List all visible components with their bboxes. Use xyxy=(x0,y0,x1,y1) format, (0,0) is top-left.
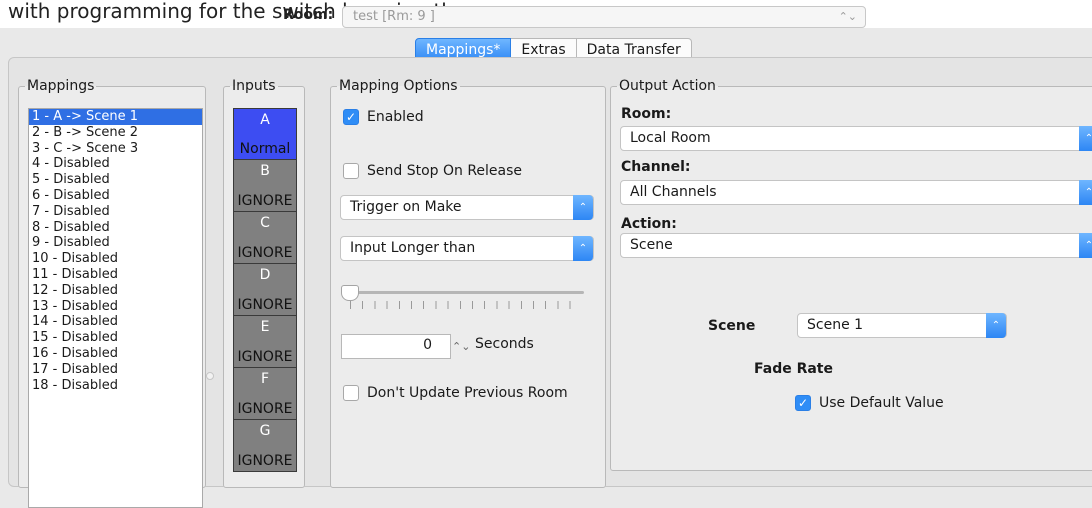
list-item[interactable]: 18 - Disabled xyxy=(29,378,202,394)
list-item[interactable]: 12 - Disabled xyxy=(29,283,202,299)
resize-grip-icon[interactable] xyxy=(206,372,214,380)
mappings-list[interactable]: 1 - A -> Scene 12 - B -> Scene 23 - C ->… xyxy=(28,108,203,508)
room-select[interactable]: test [Rm: 9 ] ⌃⌄ xyxy=(342,6,866,28)
list-item[interactable]: 15 - Disabled xyxy=(29,330,202,346)
scene-select-value: Scene 1 xyxy=(807,317,864,333)
input-mode: IGNORE xyxy=(237,193,293,209)
use-default-label: Use Default Value xyxy=(819,395,944,411)
trigger-select[interactable]: Trigger on Make ⌃ xyxy=(340,195,594,220)
room-select-value: test [Rm: 9 ] xyxy=(353,9,435,24)
updown-chevron-icon: ⌃⌄ xyxy=(838,10,857,23)
checkmark-icon: ✓ xyxy=(795,395,811,411)
mapping-options-title: Mapping Options xyxy=(339,78,458,94)
input-letter: C xyxy=(260,215,270,231)
list-item[interactable]: 4 - Disabled xyxy=(29,156,202,172)
input-mode: IGNORE xyxy=(237,349,293,365)
list-item[interactable]: 13 - Disabled xyxy=(29,299,202,315)
unchecked-box-icon xyxy=(343,385,359,401)
duration-slider[interactable] xyxy=(340,285,585,315)
list-item[interactable]: 6 - Disabled xyxy=(29,188,202,204)
input-button-c[interactable]: C IGNORE xyxy=(233,212,297,264)
seconds-input[interactable]: 0 xyxy=(341,334,451,359)
mappings-title: Mappings xyxy=(27,78,95,94)
input-mode: IGNORE xyxy=(237,245,293,261)
list-item[interactable]: 2 - B -> Scene 2 xyxy=(29,125,202,141)
output-action-select[interactable]: Scene ⌃ xyxy=(620,233,1092,258)
input-mode: IGNORE xyxy=(237,297,293,313)
input-letter: G xyxy=(259,423,271,439)
duration-mode-select[interactable]: Input Longer than ⌃ xyxy=(340,236,594,261)
list-item[interactable]: 17 - Disabled xyxy=(29,362,202,378)
input-letter: B xyxy=(260,163,270,179)
output-channel-value: All Channels xyxy=(630,184,717,200)
output-action-title: Output Action xyxy=(619,78,716,94)
seconds-stepper-icon[interactable]: ⌃⌄ xyxy=(452,334,470,359)
updown-chevron-icon: ⌃ xyxy=(1079,233,1092,258)
inputs-column: A Normal B IGNORE C IGNORE D IGNORE E IGNORE F IGNO… xyxy=(233,108,297,472)
input-mode: IGNORE xyxy=(237,453,293,469)
trigger-select-value: Trigger on Make xyxy=(350,199,462,215)
input-button-b[interactable]: B IGNORE xyxy=(233,160,297,212)
scene-select[interactable]: Scene 1 ⌃ xyxy=(797,313,1007,338)
enabled-label: Enabled xyxy=(367,109,424,125)
input-mode: IGNORE xyxy=(237,401,293,417)
scene-label: Scene xyxy=(708,318,756,334)
input-mode: Normal xyxy=(239,141,291,157)
input-letter: D xyxy=(259,267,271,283)
inputs-group: Inputs A Normal B IGNORE C IGNORE D IGNORE E IGNO… xyxy=(223,78,305,488)
send-stop-label: Send Stop On Release xyxy=(367,163,523,179)
input-letter: F xyxy=(260,371,270,387)
list-item[interactable]: 7 - Disabled xyxy=(29,204,202,220)
use-default-checkbox[interactable]: ✓ Use Default Value xyxy=(795,395,944,411)
list-item[interactable]: 10 - Disabled xyxy=(29,251,202,267)
list-item[interactable]: 9 - Disabled xyxy=(29,235,202,251)
seconds-unit-label: Seconds xyxy=(475,336,534,352)
unchecked-box-icon xyxy=(343,163,359,179)
list-item[interactable]: 5 - Disabled xyxy=(29,172,202,188)
slider-knob[interactable] xyxy=(341,285,359,301)
updown-chevron-icon: ⌃ xyxy=(1079,180,1092,205)
mapping-options-group: Mapping Options xyxy=(330,78,606,488)
output-channel-label: Channel: xyxy=(621,159,691,175)
checkmark-icon: ✓ xyxy=(343,109,359,125)
send-stop-checkbox[interactable]: Send Stop On Release xyxy=(343,163,522,179)
fade-rate-label: Fade Rate xyxy=(754,361,833,377)
slider-ticks xyxy=(350,301,582,309)
updown-chevron-icon: ⌃ xyxy=(986,313,1006,338)
duration-mode-value: Input Longer than xyxy=(350,240,476,256)
inputs-title: Inputs xyxy=(232,78,276,94)
enabled-checkbox[interactable]: ✓ Enabled xyxy=(343,109,424,125)
dont-update-label: Don't Update Previous Room xyxy=(367,385,568,401)
output-room-select[interactable]: Local Room ⌃ xyxy=(620,126,1092,151)
dont-update-checkbox[interactable]: Don't Update Previous Room xyxy=(343,385,568,401)
updown-chevron-icon: ⌃ xyxy=(1079,126,1092,151)
list-item[interactable]: 3 - C -> Scene 3 xyxy=(29,141,202,157)
room-label: Room: xyxy=(283,7,334,23)
input-button-g[interactable]: G IGNORE xyxy=(233,420,297,472)
list-item[interactable]: 16 - Disabled xyxy=(29,346,202,362)
list-item[interactable]: 11 - Disabled xyxy=(29,267,202,283)
mappings-group: Mappings 1 - A -> Scene 12 - B -> Scene … xyxy=(18,78,206,508)
input-button-f[interactable]: F IGNORE xyxy=(233,368,297,420)
updown-chevron-icon: ⌃ xyxy=(573,195,593,220)
list-item[interactable]: 8 - Disabled xyxy=(29,220,202,236)
output-channel-select[interactable]: All Channels ⌃ xyxy=(620,180,1092,205)
slider-track xyxy=(344,291,584,294)
input-button-e[interactable]: E IGNORE xyxy=(233,316,297,368)
list-item[interactable]: 14 - Disabled xyxy=(29,314,202,330)
output-room-label: Room: xyxy=(621,106,672,122)
output-action-label: Action: xyxy=(621,216,677,232)
input-letter: A xyxy=(260,112,270,128)
list-item[interactable]: 1 - A -> Scene 1 xyxy=(29,109,202,125)
updown-chevron-icon: ⌃ xyxy=(573,236,593,261)
output-action-value: Scene xyxy=(630,237,673,253)
input-button-d[interactable]: D IGNORE xyxy=(233,264,297,316)
output-room-value: Local Room xyxy=(630,130,711,146)
input-letter: E xyxy=(260,319,270,335)
input-button-a[interactable]: A Normal xyxy=(233,108,297,160)
